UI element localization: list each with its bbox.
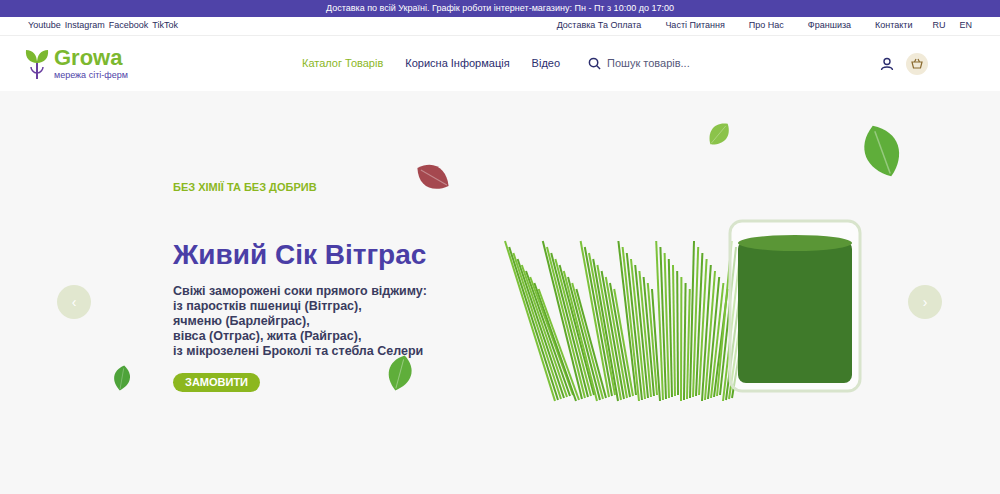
page: Доставка по всій Україні. Графік роботи …	[0, 0, 1000, 494]
hero-description: Свіжі заморожені соки прямого віджиму:із…	[173, 284, 427, 359]
language-option[interactable]: RU	[932, 19, 945, 33]
slider-prev-button[interactable]: ‹	[57, 285, 91, 319]
top-links: Доставка Та Оплата Часті Питання Про Нас Фр…	[557, 19, 972, 33]
hero-description-line: ячменю (Барлейграс),	[173, 314, 427, 329]
basket-icon	[911, 58, 923, 69]
search-field[interactable]: Пошук товарів...	[588, 55, 880, 72]
hero-title: Живий Сік Вітграс	[173, 238, 426, 272]
logo[interactable]: Growa мережа сіті-ферм	[24, 47, 302, 81]
hero-description-line: із мікрозелені Броколі та стебла Селери	[173, 344, 427, 359]
header-actions	[880, 53, 928, 75]
hero-eyebrow: БЕЗ ХІМІЇ ТА БЕЗ ДОБРИВ	[173, 179, 317, 196]
nav-item[interactable]: Корисна Інформація	[405, 55, 509, 72]
search-placeholder: Пошук товарів...	[607, 55, 690, 72]
top-link[interactable]: Про Нас	[749, 19, 784, 33]
leaf-icon	[105, 359, 138, 397]
hero-slider: БЕЗ ХІМІЇ ТА БЕЗ ДОБРИВ Живий Сік Вітграс…	[0, 91, 1000, 494]
logo-tagline: мережа сіті-ферм	[54, 71, 128, 80]
search-icon	[588, 57, 601, 70]
leaf-icon	[406, 150, 461, 205]
social-link[interactable]: Youtube	[28, 19, 61, 33]
social-link[interactable]: Instagram	[65, 19, 105, 33]
logo-name: Growa	[54, 47, 128, 69]
top-link[interactable]: Контакти	[875, 19, 912, 33]
social-link[interactable]: TikTok	[152, 19, 178, 33]
hero-description-line: Свіжі заморожені соки прямого віджиму:	[173, 284, 427, 299]
cart-button[interactable]	[906, 53, 928, 75]
hero-description-line: вівса (Отграс), жита (Райграс),	[173, 329, 427, 344]
header: Growa мережа сіті-ферм Каталог Товарів Кори…	[0, 36, 1000, 91]
social-links: Youtube Instagram FacebookTikTok	[28, 19, 178, 33]
nav-item[interactable]: Каталог Товарів	[302, 55, 383, 72]
product-photo	[495, 211, 875, 411]
slider-next-button[interactable]: ›	[908, 285, 942, 319]
hero-description-line: із паростків пшениці (Вітграс),	[173, 299, 427, 314]
social-link[interactable]: Facebook	[109, 19, 149, 33]
top-link[interactable]: Франшиза	[808, 19, 851, 33]
announcement-bar: Доставка по всій Україні. Графік роботи …	[0, 0, 1000, 17]
hero-content: БЕЗ ХІМІЇ ТА БЕЗ ДОБРИВ Живий Сік Вітграс…	[0, 91, 480, 392]
top-links-bar: Youtube Instagram FacebookTikTok Доставка Т…	[0, 17, 1000, 36]
user-icon[interactable]	[880, 57, 894, 71]
leaf-icon	[698, 113, 740, 155]
sprout-logo-icon	[24, 47, 50, 81]
leaf-icon	[844, 113, 921, 190]
logo-text: Growa мережа сіті-ферм	[54, 47, 128, 80]
language-switch: RU EN	[932, 19, 972, 33]
order-button[interactable]: ЗАМОВИТИ	[173, 373, 260, 392]
top-link[interactable]: Доставка Та Оплата	[557, 19, 642, 33]
language-option[interactable]: EN	[959, 19, 972, 33]
nav-item[interactable]: Відео	[532, 55, 560, 72]
top-link[interactable]: Часті Питання	[665, 19, 724, 33]
announcement-text: Доставка по всій Україні. Графік роботи …	[326, 2, 674, 16]
main-nav: Каталог Товарів Корисна Інформація Відео	[302, 55, 560, 72]
